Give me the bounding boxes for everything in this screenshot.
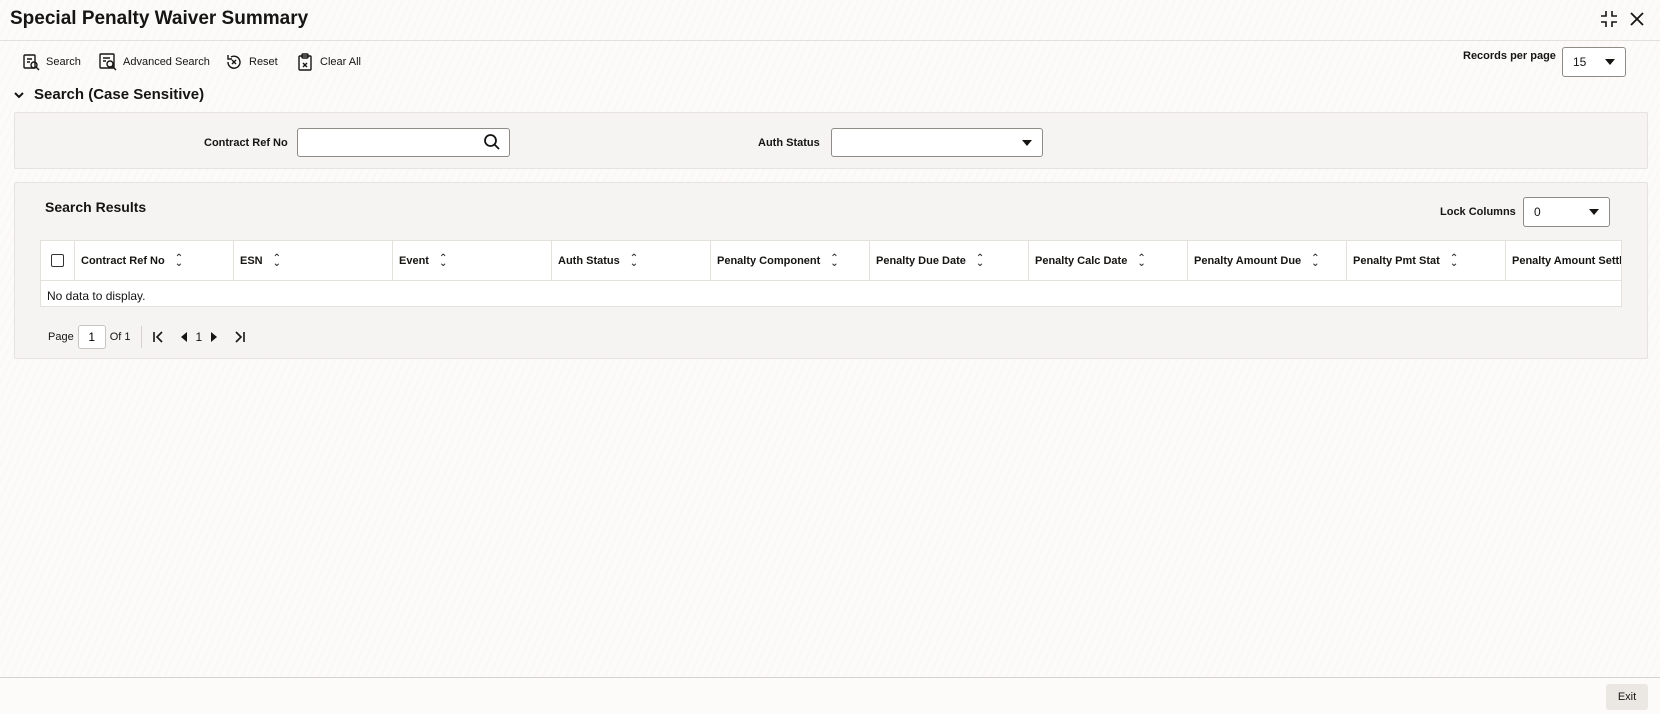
lock-columns-select[interactable]: 0: [1523, 197, 1610, 227]
page: Special Penalty Waiver Summary Search Ad…: [0, 0, 1660, 714]
auth-status-select[interactable]: [831, 128, 1043, 157]
column-label: Contract Ref No: [81, 255, 165, 267]
column-label: Auth Status: [558, 255, 620, 267]
first-page-button[interactable]: [152, 331, 164, 343]
reset-button-label: Reset: [249, 56, 278, 68]
sort-icon: ⌃ ⌄: [629, 253, 639, 269]
records-per-page-label: Records per page: [1463, 50, 1556, 62]
column-header-penalty-amount-settled[interactable]: Penalty Amount Settled: [1505, 241, 1621, 281]
column-header-event[interactable]: Event ⌃ ⌄: [392, 241, 551, 281]
column-label: Penalty Due Date: [876, 255, 966, 267]
sort-icon: ⌃ ⌄: [1311, 253, 1320, 269]
current-page-number: 1: [195, 330, 203, 344]
collapse-icon: [1601, 11, 1617, 27]
column-header-auth-status[interactable]: Auth Status ⌃ ⌄: [551, 241, 710, 281]
chevron-down-icon: [1022, 140, 1032, 146]
column-header-esn[interactable]: ESN ⌃ ⌄: [233, 241, 392, 281]
sort-icon: ⌃ ⌄: [272, 253, 282, 269]
column-header-penalty-amount-due[interactable]: Penalty Amount Due ⌃ ⌄: [1187, 241, 1346, 281]
sort-icon: ⌃ ⌄: [1137, 253, 1146, 269]
close-icon: [1630, 12, 1644, 26]
page-of-label: Of 1: [109, 331, 131, 343]
lock-columns-value: 0: [1534, 205, 1541, 219]
chevron-right-icon: [211, 332, 218, 342]
sort-icon: ⌃ ⌄: [830, 253, 839, 269]
advanced-search-button[interactable]: Advanced Search: [99, 51, 210, 73]
reset-button[interactable]: Reset: [225, 51, 278, 73]
column-label: ESN: [240, 255, 263, 267]
reset-icon: [227, 55, 241, 69]
search-doc-icon: [23, 54, 40, 71]
search-criteria-panel: Contract Ref No Auth Status: [14, 112, 1648, 169]
page-number-input[interactable]: [77, 325, 106, 349]
search-section-toggle[interactable]: Search (Case Sensitive): [12, 86, 204, 103]
column-header-penalty-calc-date[interactable]: Penalty Calc Date ⌃ ⌄: [1028, 241, 1187, 281]
search-icon[interactable]: [483, 133, 501, 151]
column-label: Penalty Amount Due: [1194, 255, 1302, 267]
contract-ref-input[interactable]: [297, 128, 510, 157]
column-label: Penalty Pmt Stat: [1353, 255, 1440, 267]
next-page-button[interactable]: [210, 332, 218, 342]
contract-ref-label: Contract Ref No: [204, 137, 288, 149]
exit-button[interactable]: Exit: [1606, 684, 1648, 710]
sort-icon: ⌃ ⌄: [438, 253, 448, 269]
page-label: Page: [48, 331, 74, 343]
chevron-down-icon: [1605, 59, 1615, 65]
first-page-icon: [152, 331, 163, 343]
footer: Exit: [0, 677, 1660, 714]
chevron-left-icon: [180, 332, 187, 342]
clear-all-button-label: Clear All: [320, 56, 361, 68]
column-label: Event: [399, 255, 429, 267]
column-label: Penalty Calc Date: [1035, 255, 1128, 267]
window-title: Special Penalty Waiver Summary: [10, 8, 309, 29]
toolbar: Search Advanced Search Reset Clear All: [0, 40, 1660, 80]
chevron-down-icon: [1589, 209, 1599, 215]
column-header-penalty-due-date[interactable]: Penalty Due Date ⌃ ⌄: [869, 241, 1028, 281]
last-page-icon: [235, 331, 245, 343]
pager-divider: [140, 326, 142, 348]
lock-columns-label: Lock Columns: [1440, 206, 1516, 218]
title-bar: Special Penalty Waiver Summary: [0, 0, 1660, 40]
auth-status-label: Auth Status: [758, 137, 820, 149]
records-per-page-select[interactable]: 15: [1562, 47, 1626, 77]
chevron-down-icon: [14, 91, 24, 98]
last-page-button[interactable]: [234, 331, 246, 343]
sort-icon: ⌃ ⌄: [174, 253, 184, 269]
sort-icon: ⌃ ⌄: [975, 253, 985, 269]
column-header-contract-ref-no[interactable]: Contract Ref No ⌃ ⌄: [74, 241, 233, 281]
close-window-button[interactable]: [1626, 8, 1648, 30]
search-results-title: Search Results: [45, 199, 147, 215]
previous-page-button[interactable]: [180, 332, 188, 342]
search-button-label: Search: [46, 56, 81, 68]
records-per-page-value: 15: [1573, 55, 1587, 69]
column-label: Penalty Component: [717, 255, 821, 267]
sort-icon: ⌃ ⌄: [1449, 253, 1459, 269]
empty-table-message: No data to display.: [47, 289, 146, 303]
select-all-checkbox[interactable]: [51, 254, 64, 267]
column-header-penalty-component[interactable]: Penalty Component ⌃ ⌄: [710, 241, 869, 281]
collapse-window-button[interactable]: [1598, 8, 1620, 30]
pagination: Page Of 1 1: [48, 324, 246, 350]
search-section-title: Search (Case Sensitive): [34, 86, 205, 103]
column-label: Penalty Amount Settled: [1512, 255, 1621, 267]
search-button[interactable]: Search: [22, 51, 81, 73]
clear-all-button[interactable]: Clear All: [296, 51, 361, 73]
results-table: Contract Ref No ⌃ ⌄ ESN ⌃ ⌄ Event ⌃ ⌄ Auth …: [40, 240, 1622, 307]
advanced-search-icon: [99, 53, 117, 71]
table-header: Contract Ref No ⌃ ⌄ ESN ⌃ ⌄ Event ⌃ ⌄ Auth …: [41, 241, 1621, 281]
clipboard-icon: [298, 53, 312, 71]
advanced-search-button-label: Advanced Search: [123, 56, 210, 68]
column-header-penalty-pmt-stat[interactable]: Penalty Pmt Stat ⌃ ⌄: [1346, 241, 1505, 281]
